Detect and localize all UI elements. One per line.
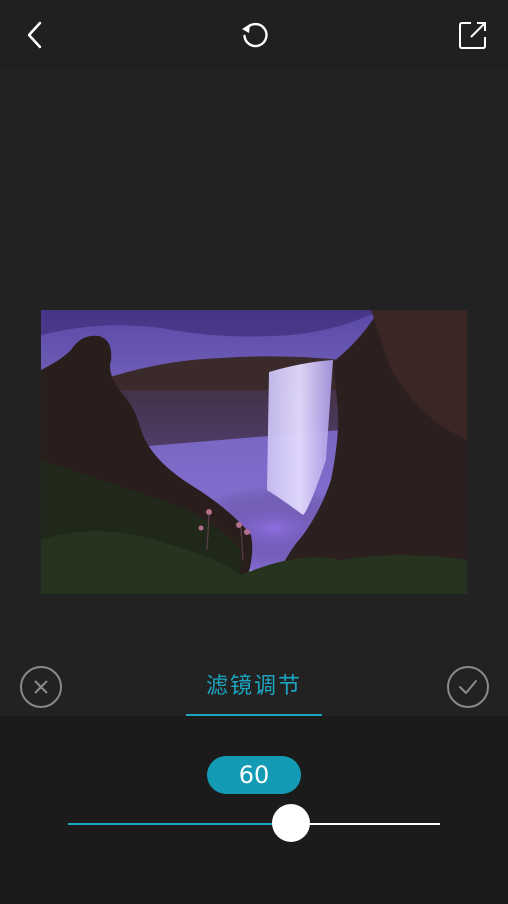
filter-adjust-tab[interactable]: 滤镜调节 [186, 670, 322, 716]
slider-thumb[interactable] [272, 804, 311, 842]
confirm-button[interactable] [447, 666, 489, 708]
chevron-left-icon [27, 21, 42, 49]
slider-fill [68, 823, 292, 825]
undo-icon [242, 22, 268, 48]
waterfall-photo [41, 310, 467, 594]
slider-value-badge: 60 [207, 756, 301, 794]
undo-button[interactable] [232, 13, 276, 57]
top-toolbar [0, 0, 508, 68]
close-icon [34, 680, 48, 694]
slider-track[interactable] [68, 823, 440, 825]
slider-panel: 60 [0, 716, 508, 904]
photo-preview [41, 310, 467, 594]
adjust-header: 滤镜调节 [0, 648, 508, 716]
share-icon [459, 22, 486, 49]
share-button[interactable] [451, 13, 495, 57]
back-button[interactable] [14, 13, 58, 57]
check-icon [459, 680, 477, 694]
cancel-button[interactable] [20, 666, 62, 708]
